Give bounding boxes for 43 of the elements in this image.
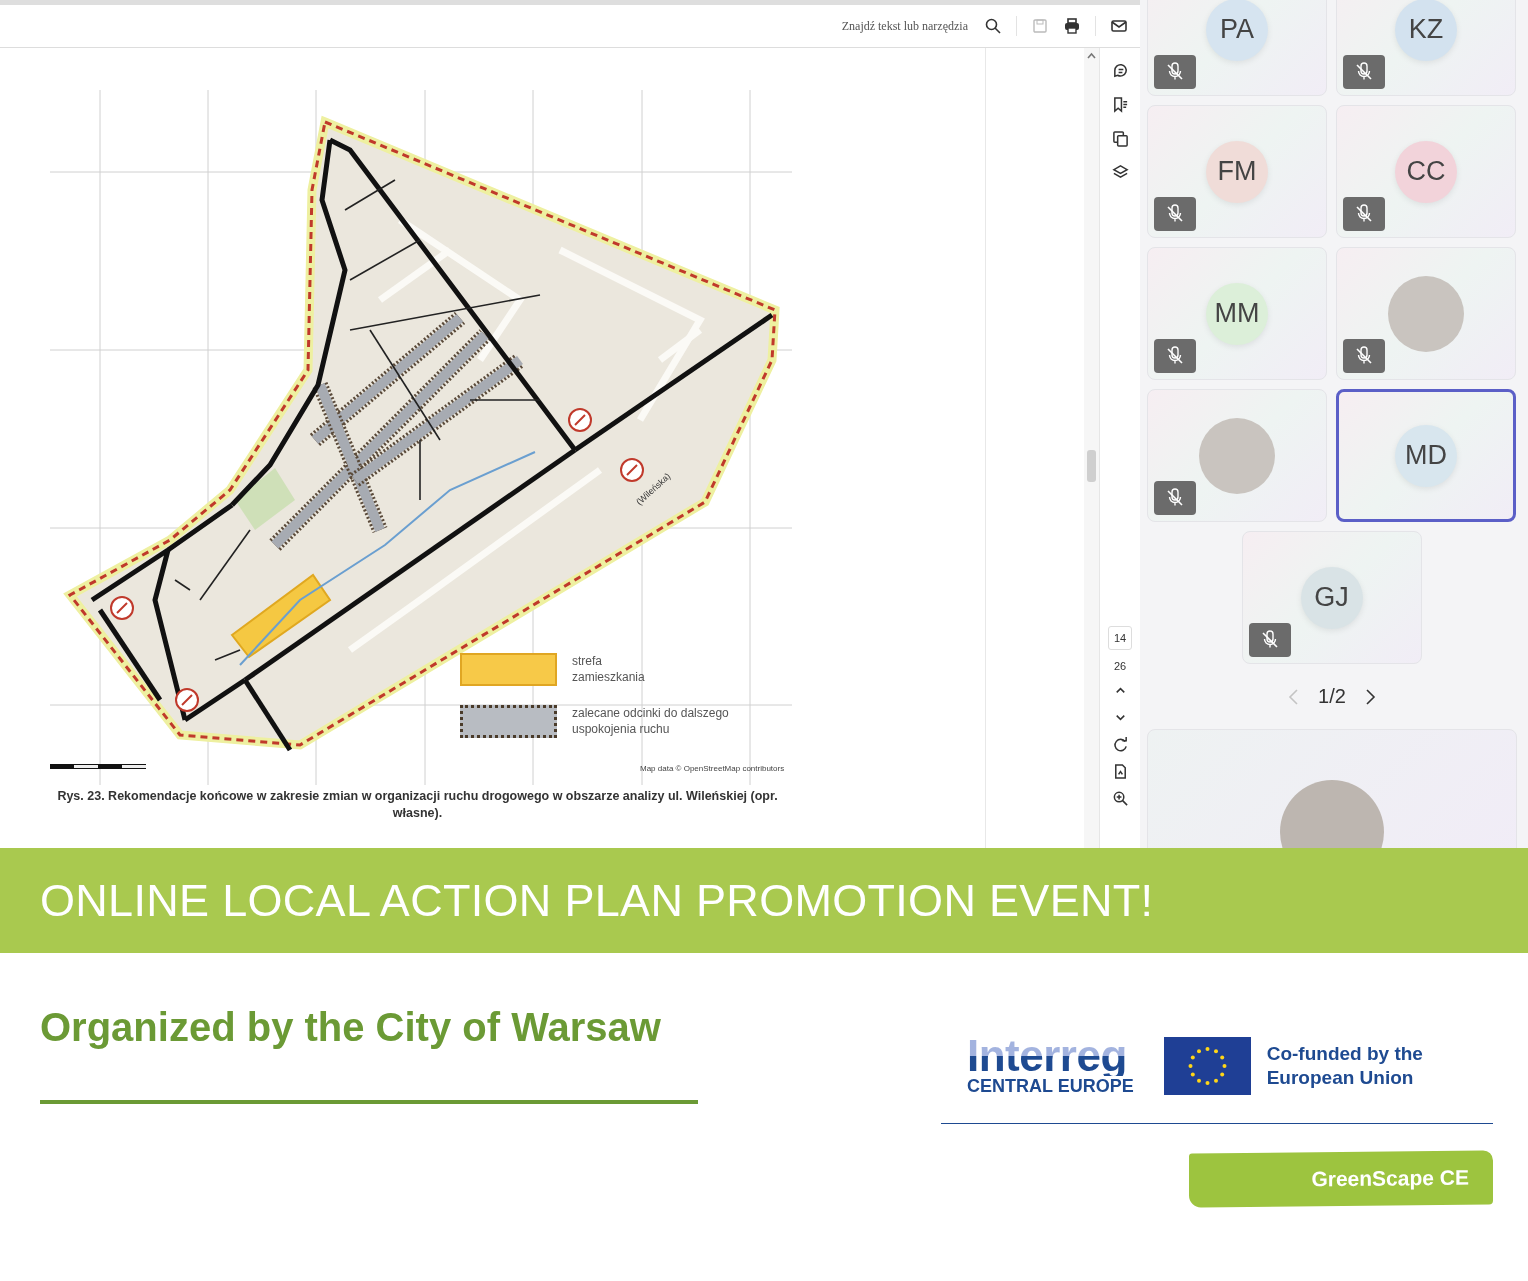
search-field[interactable]: Znajdź tekst lub narzędzia bbox=[816, 17, 970, 35]
avatar-initials: CC bbox=[1395, 140, 1457, 203]
participant-tile[interactable]: MD bbox=[1336, 389, 1516, 522]
funding-text: Co-funded by the European Union bbox=[1266, 1042, 1424, 1090]
legend-label: zalecane odcinki do dalszego uspokojenia ruchu bbox=[572, 705, 730, 737]
chevron-right-icon[interactable] bbox=[1363, 686, 1378, 707]
scroll-up-icon[interactable] bbox=[1087, 52, 1097, 60]
participant-tile[interactable] bbox=[1147, 389, 1327, 522]
banner-title: ONLINE LOCAL ACTION PLAN PROMOTION EVENT! bbox=[40, 874, 1154, 927]
print-icon[interactable] bbox=[1063, 17, 1081, 35]
layers-icon[interactable] bbox=[1111, 164, 1129, 181]
avatar-initials: PA bbox=[1206, 0, 1268, 61]
participant-tile[interactable]: FM bbox=[1147, 105, 1327, 238]
participant-tile[interactable]: MM bbox=[1147, 247, 1327, 380]
participant-tile[interactable]: PA bbox=[1147, 0, 1327, 96]
rotate-icon[interactable] bbox=[1111, 736, 1129, 753]
comment-icon[interactable] bbox=[1111, 62, 1129, 79]
figure-caption: Rys. 23. Rekomendacje końcowe w zakresie zmian w organizacji ruchu drogowego w obszarze analizy ul. Wileńskiej (opr. własne). bbox=[56, 788, 779, 822]
scroll-thumb[interactable] bbox=[1087, 450, 1097, 482]
interreg-region-text: CENTRAL EUROPE bbox=[967, 1076, 1134, 1096]
map-attribution: Map data © OpenStreetMap contributors bbox=[640, 764, 785, 773]
participant-tile[interactable]: CC bbox=[1336, 105, 1516, 238]
avatar-initials: MD bbox=[1395, 424, 1457, 487]
participant-tile[interactable] bbox=[1336, 247, 1516, 380]
scrollbar[interactable] bbox=[1084, 48, 1100, 848]
bookmark-icon[interactable] bbox=[1111, 96, 1129, 113]
page-indicator: 1/2 bbox=[1318, 685, 1346, 708]
zoom-in-icon[interactable] bbox=[1111, 790, 1129, 807]
page-count: 26 bbox=[1114, 660, 1127, 672]
participant-tile[interactable]: KZ bbox=[1336, 0, 1516, 96]
copy-icon[interactable] bbox=[1111, 130, 1129, 147]
organizer-text: Organized by the City of Warsaw bbox=[40, 1005, 662, 1050]
avatar-initials: GJ bbox=[1300, 566, 1363, 629]
search-icon[interactable] bbox=[984, 17, 1002, 35]
page-number-field[interactable]: 14 bbox=[1108, 626, 1133, 650]
project-logo: GreenScape CE bbox=[1189, 1150, 1493, 1208]
avatar-initials: MM bbox=[1206, 282, 1268, 345]
avatar-initials: FM bbox=[1206, 140, 1268, 203]
legend-label: strefa zamieszkania bbox=[572, 653, 646, 685]
eu-flag-icon bbox=[1163, 1037, 1251, 1095]
avatar-initials: KZ bbox=[1395, 0, 1457, 61]
participant-tile[interactable]: GJ bbox=[1241, 531, 1422, 664]
mail-icon[interactable] bbox=[1110, 17, 1128, 35]
